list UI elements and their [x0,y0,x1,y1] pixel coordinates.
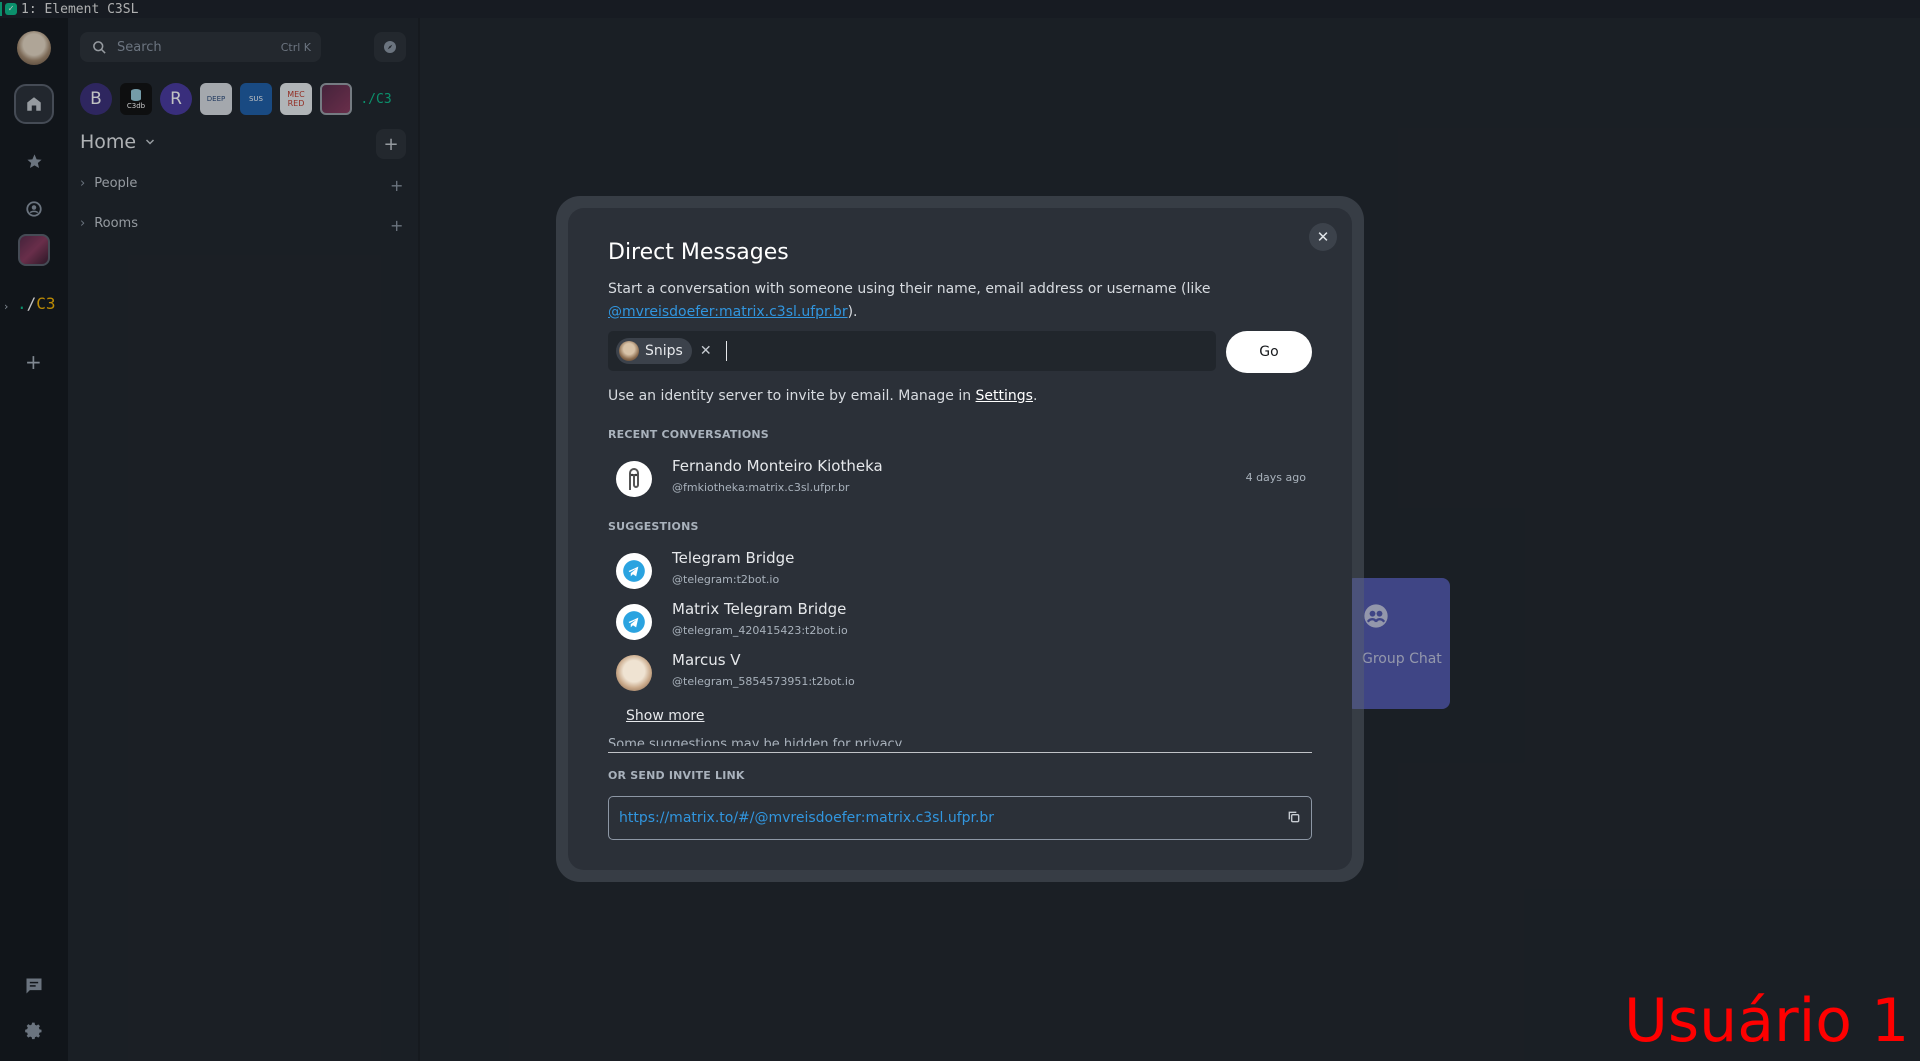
copy-icon [1288,811,1300,822]
invite-link[interactable]: https://matrix.to/#/@mvreisdoefer:matrix… [619,810,1287,826]
close-button[interactable]: ✕ [1309,223,1337,251]
user-id: @telegram_420415423:t2bot.io [672,624,848,637]
invite-link-box: https://matrix.to/#/@mvreisdoefer:matrix… [608,796,1312,840]
user-id: @telegram_5854573951:t2bot.io [672,675,855,688]
suggestion-item[interactable]: Marcus V @telegram_5854573951:t2bot.io [616,651,1306,695]
invite-link-header: OR SEND INVITE LINK [608,769,745,782]
recent-conversations-header: RECENT CONVERSATIONS [608,428,769,441]
dialog-title: Direct Messages [608,240,789,265]
avatar [616,604,652,640]
user-overlay-label: Usuário 1 [1624,986,1910,1056]
text-caret [725,341,727,361]
telegram-icon [623,611,645,633]
recent-conversation-item[interactable]: Fernando Monteiro Kiotheka @fmkiotheka:m… [616,457,1306,501]
close-icon: ✕ [1316,228,1330,246]
avatar [616,553,652,589]
avatar [616,461,652,497]
avatar [616,655,652,691]
user-name: Fernando Monteiro Kiotheka [672,457,883,475]
divider [608,752,1312,753]
pill-label: Snips [645,343,683,359]
user-picker-input[interactable]: Snips ✕ [608,331,1216,371]
suggestion-item[interactable]: Telegram Bridge @telegram:t2bot.io [616,549,1306,593]
example-user-link[interactable]: @mvreisdoefer:matrix.c3sl.ufpr.br [608,304,848,320]
settings-link[interactable]: Settings [976,388,1033,404]
suggestion-item[interactable]: Matrix Telegram Bridge @telegram_4204154… [616,600,1306,644]
remove-pill-button[interactable]: ✕ [700,343,712,359]
user-id: @fmkiotheka:matrix.c3sl.ufpr.br [672,481,850,494]
dialog-description: Start a conversation with someone using … [608,281,1211,320]
suggestions-header: SUGGESTIONS [608,520,699,533]
go-button[interactable]: Go [1226,331,1312,373]
user-id: @telegram:t2bot.io [672,573,780,586]
user-name: Marcus V [672,651,741,669]
user-name: Telegram Bridge [672,549,795,567]
copy-button[interactable] [1287,809,1301,828]
user-name: Matrix Telegram Bridge [672,600,847,618]
avatar [619,341,639,361]
last-active-time: 4 days ago [1245,471,1306,484]
identity-server-note: Use an identity server to invite by emai… [608,388,1038,404]
selected-user-pill: Snips [616,338,692,364]
telegram-icon [623,560,645,582]
direct-messages-dialog: Direct Messages ✕ Start a conversation w… [568,208,1352,870]
paperclip-icon [629,468,639,490]
show-more-link[interactable]: Show more [626,708,705,724]
privacy-hint: Some suggestions may be hidden for priva… [608,738,905,746]
